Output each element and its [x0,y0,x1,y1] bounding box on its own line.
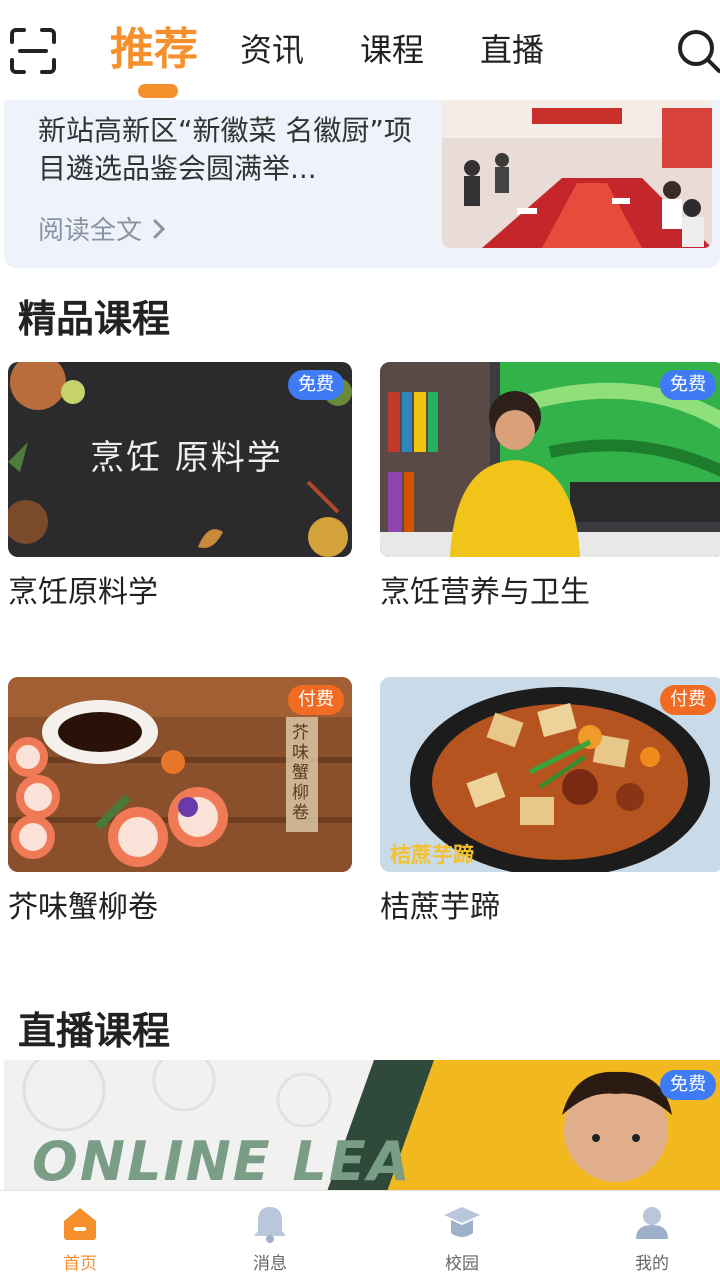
bell-icon [254,1207,286,1243]
nav-profile[interactable]: 我的 [602,1203,702,1274]
graduation-cap-icon [444,1207,480,1237]
course-name: 烹饪营养与卫生 [380,575,590,610]
tab-news[interactable]: 资讯 [240,18,304,82]
course-thumbnail: 免费 [380,362,720,557]
tab-label: 课程 [360,31,425,69]
live-courses-title: 直播课程 [18,1009,171,1053]
user-icon [636,1207,668,1239]
course-thumbnail: 芥味蟹柳卷 付费 [8,677,352,872]
read-more-label: 阅读全文 [38,216,143,246]
course-thumbnail: 桔蔗芋蹄 付费 [380,677,720,872]
paid-badge: 付费 [288,685,344,715]
course-card[interactable]: 烹饪 原料学 免费 烹饪原料学 [8,362,352,611]
tab-courses[interactable]: 课程 [360,18,424,82]
featured-courses-title: 精品课程 [18,297,171,341]
course-card[interactable]: 桔蔗芋蹄 付费 桔蔗芋蹄 [380,677,720,926]
paid-badge: 付费 [660,685,716,715]
tab-label: 推荐 [110,24,198,75]
nav-campus[interactable]: 校园 [412,1203,512,1274]
course-name: 芥味蟹柳卷 [8,890,158,925]
course-thumbnail: 烹饪 原料学 免费 [8,362,352,557]
tab-recommend[interactable]: 推荐 [110,18,198,98]
course-image-caption: 桔蔗芋蹄 [390,843,474,867]
tab-live[interactable]: 直播 [480,18,544,82]
tab-label: 直播 [480,31,545,69]
top-tabs: 推荐 资讯 课程 直播 [110,18,600,98]
nav-messages[interactable]: 消息 [220,1203,320,1274]
scan-icon[interactable] [8,26,58,76]
free-badge: 免费 [660,1070,716,1100]
home-icon [64,1208,96,1240]
course-name: 烹饪原料学 [8,575,158,610]
nav-label: 我的 [635,1254,669,1274]
news-title: 新站高新区“新徽菜 名徽厨”项目遴选品鉴会圆满举... [38,114,412,185]
chevron-right-icon [153,219,166,238]
free-badge: 免费 [288,370,344,400]
nav-home[interactable]: 首页 [30,1203,130,1274]
live-course-banner[interactable]: ONLINE LEA 免费 [4,1060,720,1200]
search-icon[interactable] [676,28,720,74]
read-more-link[interactable]: 阅读全文 [38,210,166,247]
live-banner-text: ONLINE LEA [32,1130,412,1193]
active-tab-indicator [138,84,178,98]
tab-label: 资讯 [240,31,305,69]
nav-label: 消息 [253,1254,287,1274]
nav-label: 首页 [63,1254,97,1274]
course-card[interactable]: 芥味蟹柳卷 付费 芥味蟹柳卷 [8,677,352,926]
course-name: 桔蔗芋蹄 [380,890,500,925]
app-screen: 推荐 资讯 课程 直播 新站高新区“新徽菜 名徽厨”项目遴选品鉴会圆满举... … [0,0,720,1280]
course-card[interactable]: 免费 烹饪营养与卫生 [380,362,720,611]
news-photo [442,98,712,248]
nav-label: 校园 [445,1254,479,1274]
bottom-nav: 首页 消息 校园 我的 [0,1190,720,1280]
course-image-caption: 芥味蟹柳卷 [292,723,309,823]
news-banner[interactable]: 新站高新区“新徽菜 名徽厨”项目遴选品鉴会圆满举... 阅读全文 [4,98,720,268]
free-badge: 免费 [660,370,716,400]
course-image-caption: 烹饪 原料学 [90,438,283,478]
top-header: 推荐 资讯 课程 直播 [0,0,720,100]
